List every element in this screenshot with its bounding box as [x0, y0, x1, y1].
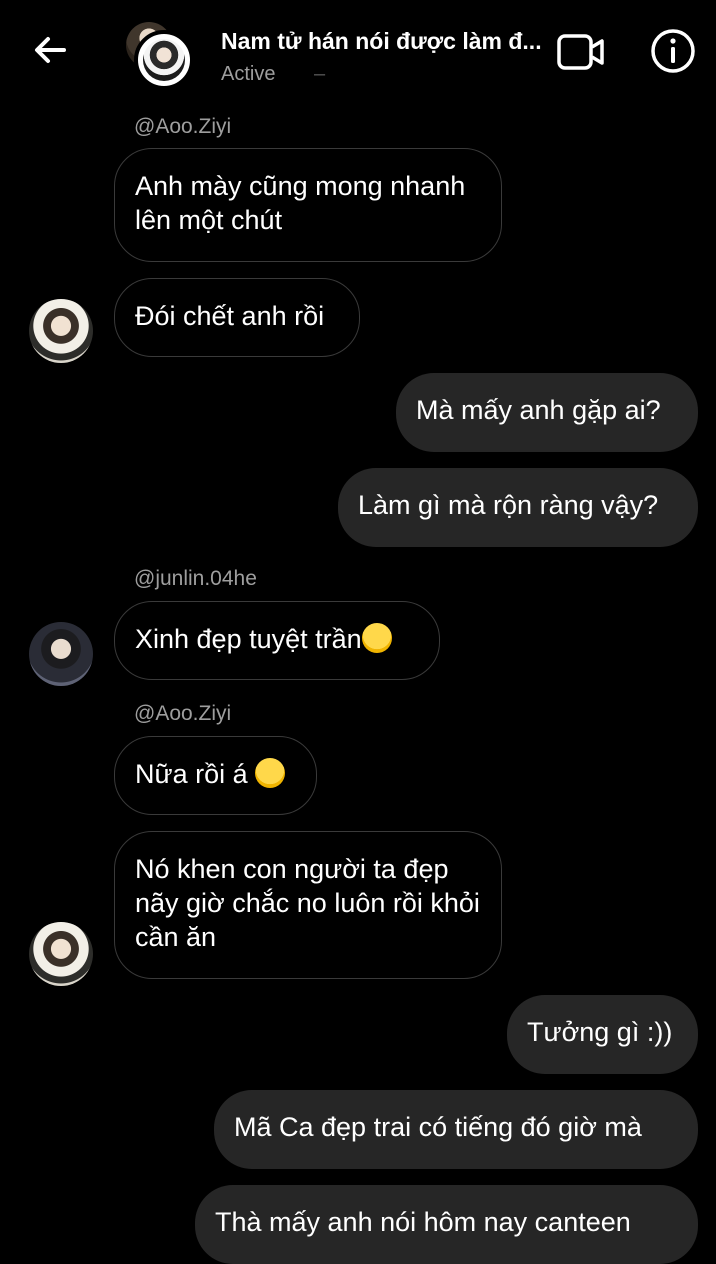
avatar-primary — [134, 30, 194, 90]
sender-avatar[interactable] — [29, 299, 93, 363]
chat-header: Nam tử hán nói được làm đ... Active – — [0, 0, 716, 108]
group-avatar[interactable] — [126, 22, 196, 92]
smiling-face-icon — [255, 758, 286, 788]
message-bubble-outgoing[interactable]: Thà mấy anh nói hôm nay canteen — [195, 1185, 698, 1264]
loudly-crying-face-icon — [361, 623, 392, 653]
message-bubble-incoming[interactable]: Anh mày cũng mong nhanh lên một chút — [114, 148, 502, 262]
message-bubble-incoming[interactable]: Nó khen con người ta đẹp nãy giờ chắc no… — [114, 831, 502, 979]
message-bubble-outgoing[interactable]: Mà mấy anh gặp ai? — [396, 373, 698, 452]
message-text: Xinh đẹp tuyệt trần — [135, 624, 362, 654]
info-icon[interactable] — [650, 28, 696, 74]
chat-title[interactable]: Nam tử hán nói được làm đ... — [221, 28, 561, 55]
arrow-left-icon[interactable] — [28, 28, 72, 72]
sender-handle: @Aoo.Ziyi — [134, 702, 232, 725]
video-camera-icon[interactable] — [556, 32, 608, 72]
message-bubble-incoming[interactable]: Xinh đẹp tuyệt trần — [114, 601, 440, 680]
message-text: Nữa rồi á — [135, 759, 248, 789]
message-bubble-outgoing[interactable]: Tưởng gì :)) — [507, 995, 698, 1074]
sender-avatar[interactable] — [29, 922, 93, 986]
message-bubble-incoming[interactable]: Đói chết anh rồi — [114, 278, 360, 357]
message-bubble-incoming[interactable]: Nữa rồi á — [114, 736, 317, 815]
message-bubble-outgoing[interactable]: Làm gì mà rộn ràng vậy? — [338, 468, 698, 547]
sender-avatar[interactable] — [29, 622, 93, 686]
sender-handle: @junlin.04he — [134, 567, 257, 590]
sender-handle: @Aoo.Ziyi — [134, 115, 232, 138]
status-separator: – — [314, 63, 326, 85]
message-bubble-outgoing[interactable]: Mã Ca đẹp trai có tiếng đó giờ mà — [214, 1090, 698, 1169]
active-status: Active — [221, 63, 276, 85]
